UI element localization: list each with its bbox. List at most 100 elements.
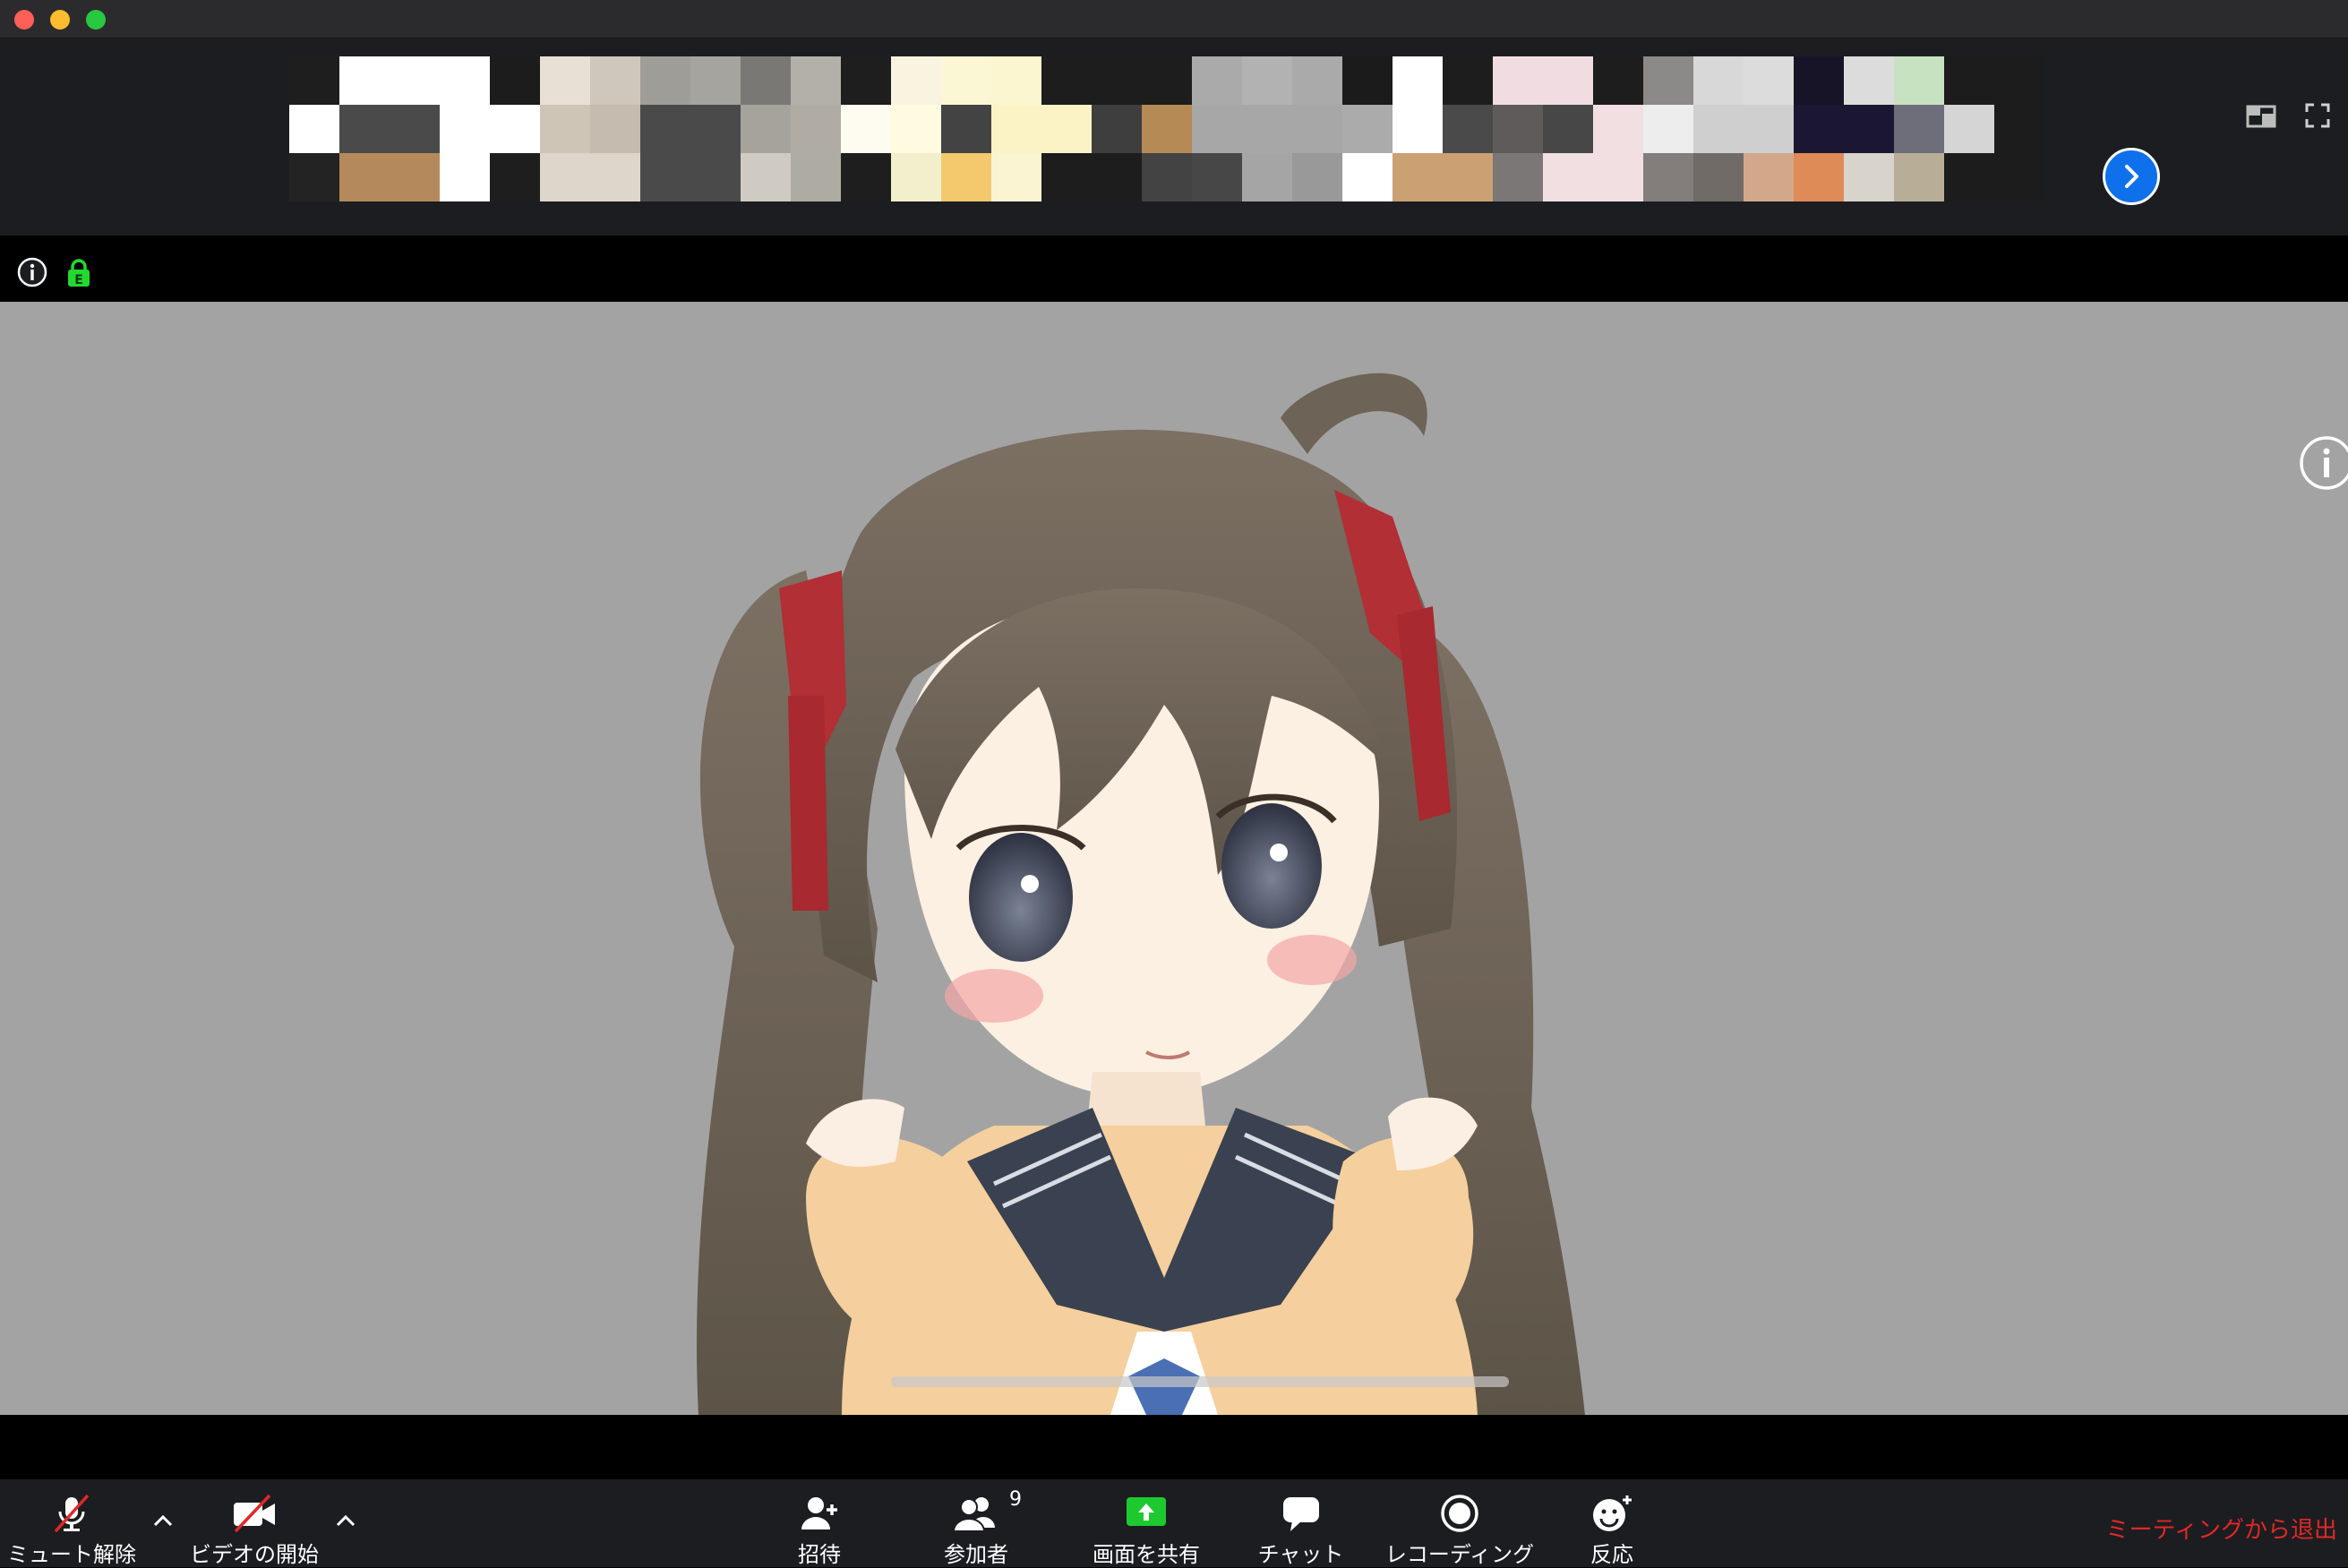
thumbnail-pixel [1994,153,2044,201]
thumbnail-pixel [1192,153,1242,201]
video-options-caret[interactable] [332,1508,359,1535]
thumbnail-pixel [941,153,991,201]
thumbnail-pixel [1744,56,1794,105]
info-icon [17,257,47,287]
thumbnail-pixel [791,105,841,153]
thumbnail-pixel [640,56,690,105]
lock-icon: E [68,259,90,287]
thumbnail-pixel [1292,153,1342,201]
thumbnail-pixel [1342,105,1393,153]
thumbnail-pixel [1894,105,1944,153]
thumbnail-pixel [741,105,791,153]
gallery-next-button[interactable] [2103,148,2160,205]
thumbnail-pixel [1092,153,1142,201]
thumbnail-pixel [841,105,891,153]
fullscreen-button[interactable] [2301,99,2337,132]
recording-label: レコーディング [1384,1542,1535,1567]
thumbnail-pixel [1794,105,1844,153]
thumbnail-pixel [1142,56,1192,105]
meeting-info-row: E [0,236,2348,301]
thumbnail-pixel [791,153,841,201]
meeting-info-button[interactable] [16,256,48,288]
thumbnail-pixel [1844,105,1894,153]
thumbnail-pixel [390,105,440,153]
thumbnail-pixel [1744,105,1794,153]
audio-options-caret[interactable] [150,1508,176,1535]
thumbnail-pixel [1593,56,1643,105]
thumbnail-pixel [1292,56,1342,105]
participants-button[interactable]: 9 参加者 [927,1479,1025,1567]
reactions-button[interactable]: 反応 [1567,1479,1657,1567]
thumbnail-pixel [440,56,490,105]
thumbnail-pixel [891,105,941,153]
thumbnail-pixel [339,56,390,105]
participant-thumbnails[interactable] [289,56,2044,201]
video-camera-off-icon [234,1494,275,1533]
unmute-button[interactable]: ミュート解除 [0,1479,143,1567]
thumbnail-pixel [590,105,640,153]
share-screen-label: 画面を共有 [1093,1542,1200,1567]
reactions-label: 反応 [1590,1542,1633,1567]
thumbnail-pixel [690,105,741,153]
thumbnail-pixel [1242,105,1292,153]
participants-label: 参加者 [944,1542,1008,1567]
thumbnail-pixel [1092,105,1142,153]
thumbnail-pixel [490,153,540,201]
thumbnail-pixel [1844,153,1894,201]
thumbnail-pixel [490,105,540,153]
encryption-indicator[interactable]: E [66,259,91,287]
chevron-up-icon [336,1514,356,1527]
thumbnail-pixel [741,153,791,201]
thumbnail-pixel [891,153,941,201]
thumbnail-pixel [440,105,490,153]
thumbnail-pixel [1292,105,1342,153]
thumbnail-pixel [1643,56,1693,105]
thumbnail-pixel [690,153,741,201]
thumbnail-pixel [590,153,640,201]
thumbnail-pixel [1443,56,1493,105]
minimize-window-button[interactable] [50,10,70,30]
invite-button[interactable]: 招待 [770,1479,869,1567]
window-titlebar [0,0,2348,39]
thumbnail-pixel [941,56,991,105]
thumbnail-pixel [1342,153,1393,201]
thumbnail-pixel [490,56,540,105]
thumbnail-pixel [289,105,339,153]
thumbnail-pixel [590,56,640,105]
thumbnail-pixel [1643,105,1693,153]
thumbnail-pixel [1543,56,1593,105]
microphone-muted-icon [54,1494,90,1533]
thumbnail-pixel [1242,153,1292,201]
chat-button[interactable]: チャット [1245,1479,1357,1567]
thumbnail-pixel [1894,153,1944,201]
video-info-button[interactable] [2298,434,2348,492]
zoom-window-button[interactable] [86,10,106,30]
speaker-view-button[interactable] [2244,99,2280,132]
pixelated-thumbnails [289,56,2044,201]
thumbnail-pixel [1342,56,1393,105]
thumbnail-pixel [339,153,390,201]
start-video-button[interactable]: ビデオの開始 [179,1479,330,1567]
thumbnail-pixel [941,105,991,153]
add-person-icon [801,1497,837,1529]
thumbnail-pixel [1693,105,1744,153]
close-window-button[interactable] [14,10,34,30]
thumbnail-pixel [1794,56,1844,105]
thumbnail-pixel [841,153,891,201]
thumbnail-pixel [690,56,741,105]
thumbnail-pixel [390,56,440,105]
thumbnail-pixel [1593,105,1643,153]
thumbnail-pixel [540,105,590,153]
record-button[interactable]: レコーディング [1379,1479,1540,1567]
thumbnail-pixel [1041,153,1092,201]
share-screen-icon [1127,1497,1166,1526]
thumbnail-pixel [1041,105,1092,153]
share-screen-button[interactable]: 画面を共有 [1079,1479,1213,1567]
start-video-label: ビデオの開始 [190,1542,319,1567]
thumbnail-pixel [1443,105,1493,153]
info-icon [2300,436,2348,490]
thumbnail-pixel [1744,153,1794,201]
thumbnail-pixel [1543,105,1593,153]
leave-meeting-button[interactable]: ミーティングから退出 [2087,1512,2337,1545]
thumbnail-pixel [1142,153,1192,201]
